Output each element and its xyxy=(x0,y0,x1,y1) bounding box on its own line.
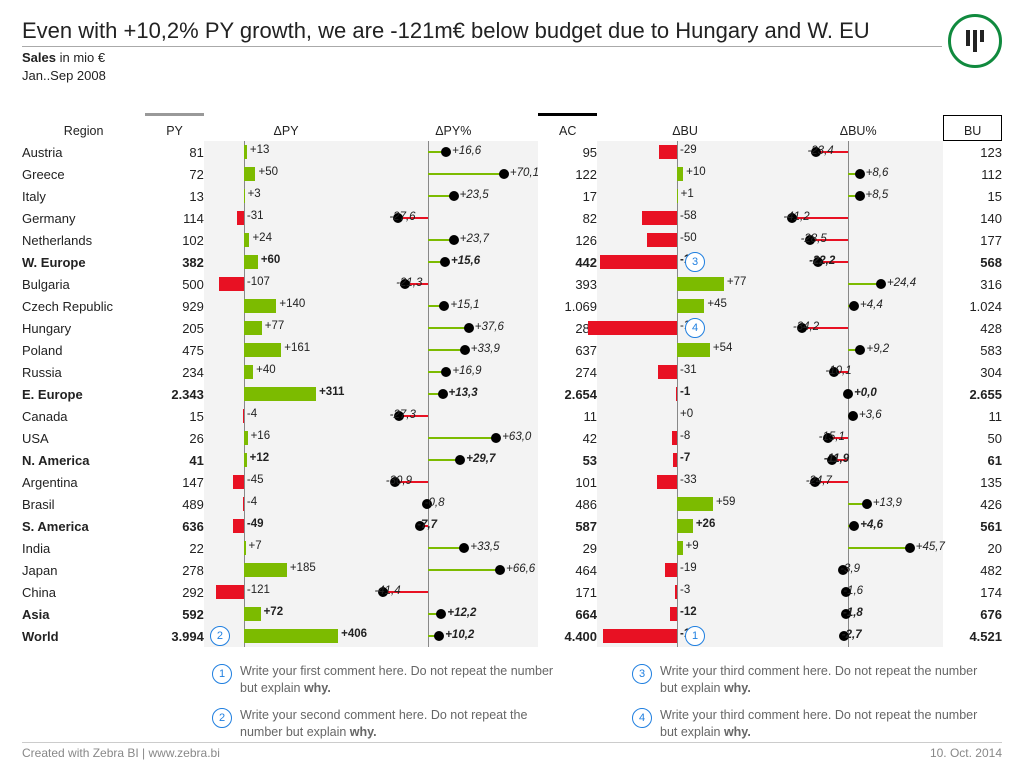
table-row: Greece72+50+70,1122+10+8,6112 xyxy=(22,163,1002,185)
logo-icon xyxy=(948,14,1002,68)
hdr-dbu: ΔBU xyxy=(597,115,773,142)
hdr-dbup: ΔBU% xyxy=(773,115,943,142)
table-row: Germany114-31-27,682-58-41,2140 xyxy=(22,207,1002,229)
hdr-region: Region xyxy=(22,115,145,142)
table-row: Bulgaria500-107-21,3393+77+24,4316 xyxy=(22,273,1002,295)
table-row: Netherlands102+24+23,7126-50-28,5177 xyxy=(22,229,1002,251)
table-row: E. Europe2.343+311+13,32.654-1+0,02.655 xyxy=(22,383,1002,405)
hdr-py: PY xyxy=(145,115,204,142)
table-row: India22+7+33,529+9+45,720 xyxy=(22,537,1002,559)
hdr-dpyp: ΔPY% xyxy=(368,115,538,142)
period: Jan..Sep 2008 xyxy=(22,68,1002,83)
table-row: N. America41+12+29,753-7-11,961 xyxy=(22,449,1002,471)
table-row: Czech Republic929+140+15,11.069+45+4,41.… xyxy=(22,295,1002,317)
table-row: Japan278+185+66,6464-19-3,9482 xyxy=(22,559,1002,581)
table-row: Russia234+40+16,9274-31-10,1304 xyxy=(22,361,1002,383)
subtitle: Sales in mio € xyxy=(22,50,1002,65)
table-row: S. America636-49-7,7587+26+4,6561 xyxy=(22,515,1002,537)
table-row: W. Europe382+60+15,6442-1263-22,2568 xyxy=(22,251,1002,273)
table-row: Poland475+161+33,9637+54+9,2583 xyxy=(22,339,1002,361)
comment: 4Write your third comment here. Do not r… xyxy=(632,707,992,741)
table-row: World3.994+4062+10,24.400-1211-2,74.521 xyxy=(22,625,1002,647)
comment: 3Write your third comment here. Do not r… xyxy=(632,663,992,697)
footer-right: 10. Oct. 2014 xyxy=(930,746,1002,760)
table-row: Brasil489-4-0,8486+59+13,9426 xyxy=(22,493,1002,515)
hdr-dpy: ΔPY xyxy=(204,115,368,142)
table-row: Italy13+3+23,517+1+8,515 xyxy=(22,185,1002,207)
comments: 1Write your first comment here. Do not r… xyxy=(212,663,1002,751)
table-row: Austria81+13+16,695-29-23,4123 xyxy=(22,141,1002,163)
hdr-ac: AC xyxy=(538,115,597,142)
footer-left: Created with Zebra BI | www.zebra.bi xyxy=(22,746,220,760)
page-title: Even with +10,2% PY growth, we are -121m… xyxy=(22,18,942,47)
table-row: Argentina147-45-30,9101-33-24,7135 xyxy=(22,471,1002,493)
table-row: Asia592+72+12,2664-12-1,8676 xyxy=(22,603,1002,625)
table-row: China292-121-41,4171-3-1,6174 xyxy=(22,581,1002,603)
table-row: Hungary205+77+37,6281-1464-34,2428 xyxy=(22,317,1002,339)
hdr-bu: BU xyxy=(943,115,1002,142)
table-row: USA26+16+63,042-8-15,150 xyxy=(22,427,1002,449)
comment: 1Write your first comment here. Do not r… xyxy=(212,663,572,697)
footer: Created with Zebra BI | www.zebra.bi 10.… xyxy=(22,742,1002,760)
comment: 2Write your second comment here. Do not … xyxy=(212,707,572,741)
table-row: Canada15-4-27,311+0+3,611 xyxy=(22,405,1002,427)
variance-table: Region PY ΔPY ΔPY% AC ΔBU ΔBU% BU Austri… xyxy=(22,113,1002,647)
